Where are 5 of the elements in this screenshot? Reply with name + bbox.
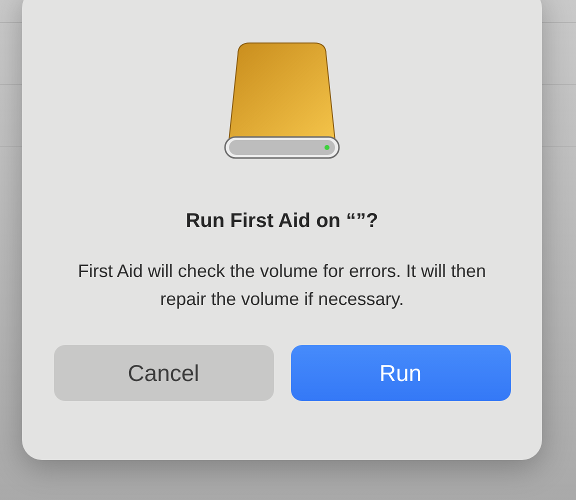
- external-drive-icon: [222, 42, 342, 160]
- dialog-message: First Aid will check the volume for errors. It will then repair the volume if necessary.: [76, 260, 488, 311]
- cancel-button[interactable]: Cancel: [54, 345, 274, 401]
- dialog-title: Run First Aid on “”?: [186, 210, 378, 233]
- run-button[interactable]: Run: [290, 345, 510, 401]
